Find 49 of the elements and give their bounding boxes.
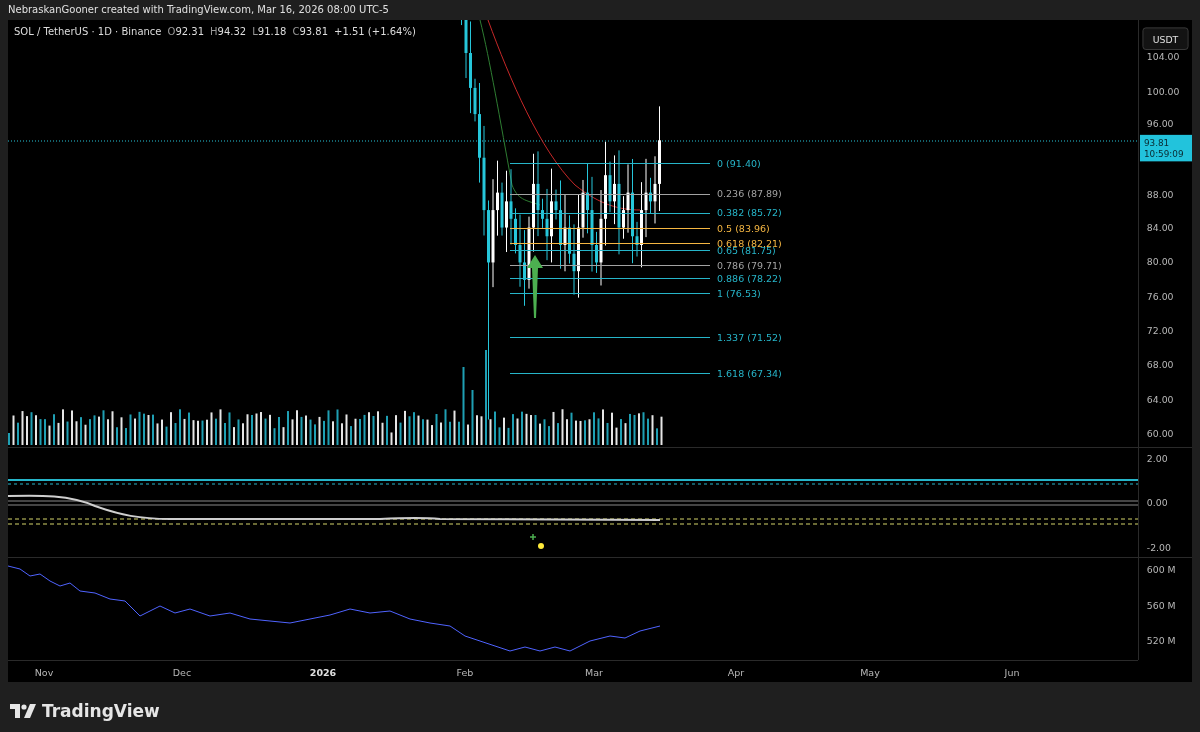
fib-label: 0.236 (87.89) <box>717 188 782 200</box>
price-tick: 76.00 <box>1146 290 1174 302</box>
price-tick: 84.00 <box>1146 222 1174 234</box>
fib-label: 0 (91.40) <box>717 157 761 169</box>
oscillator-tick: -2.00 <box>1146 541 1171 553</box>
price-tick: 72.00 <box>1146 325 1174 337</box>
price-tick: 64.00 <box>1146 393 1174 405</box>
last-price: 93.81 <box>1143 137 1170 148</box>
price-tick: 96.00 <box>1146 118 1174 129</box>
volume-tick: 600 M <box>1146 564 1176 576</box>
time-tick: Dec <box>172 667 192 678</box>
price-tick: 60.00 <box>1146 428 1174 440</box>
oscillator-tick: 0.00 <box>1146 497 1168 509</box>
time-tick: Mar <box>585 667 603 678</box>
logo-text: TradingView <box>42 701 160 721</box>
countdown: 10:59:09 <box>1143 149 1184 160</box>
currency-button[interactable]: USDT <box>1142 27 1189 50</box>
time-tick: Apr <box>727 667 745 678</box>
fib-label: 1.337 (71.52) <box>717 331 782 343</box>
time-tick: May <box>860 667 880 678</box>
attribution-text: NebraskanGooner created with TradingView.com, Mar 16, 2026 08:00 UTC-5 <box>7 3 390 17</box>
time-tick: 2026 <box>309 667 337 678</box>
fib-label: 1 (76.53) <box>717 287 761 299</box>
fib-label: 1.618 (67.34) <box>717 367 782 379</box>
price-tick: 100.00 <box>1146 85 1180 97</box>
plus-icon <box>529 533 537 541</box>
symbol-title: SOL / TetherUS · 1D · Binance <box>14 26 162 37</box>
logo-icon <box>10 704 36 718</box>
time-tick: Feb <box>456 667 474 678</box>
time-tick: Jun <box>1004 667 1020 678</box>
volume-tick: 520 M <box>1146 634 1176 646</box>
ohlc-value: L91.18 <box>252 26 287 37</box>
price-change: +1.51 (+1.64%) <box>334 26 416 37</box>
up-arrow <box>527 255 543 318</box>
time-tick: Nov <box>34 667 54 678</box>
fib-label: 0.786 (79.71) <box>717 259 782 271</box>
signal-dot <box>538 543 544 549</box>
ohlc-value: O92.31 <box>167 26 204 37</box>
price-tick: 80.00 <box>1146 256 1174 268</box>
price-tick: 104.00 <box>1146 51 1180 63</box>
ohlc-value: C93.81 <box>292 26 329 37</box>
price-tick: 68.00 <box>1146 359 1174 371</box>
price-tick: 88.00 <box>1146 188 1174 200</box>
fib-label: 0.382 (85.72) <box>717 207 782 219</box>
fib-label: 0.5 (83.96) <box>717 222 770 234</box>
volume-tick: 560 M <box>1146 599 1176 611</box>
ohlc-value: H94.32 <box>210 26 247 37</box>
oscillator-tick: 2.00 <box>1146 453 1168 465</box>
fib-label: 0.886 (78.22) <box>717 272 782 284</box>
